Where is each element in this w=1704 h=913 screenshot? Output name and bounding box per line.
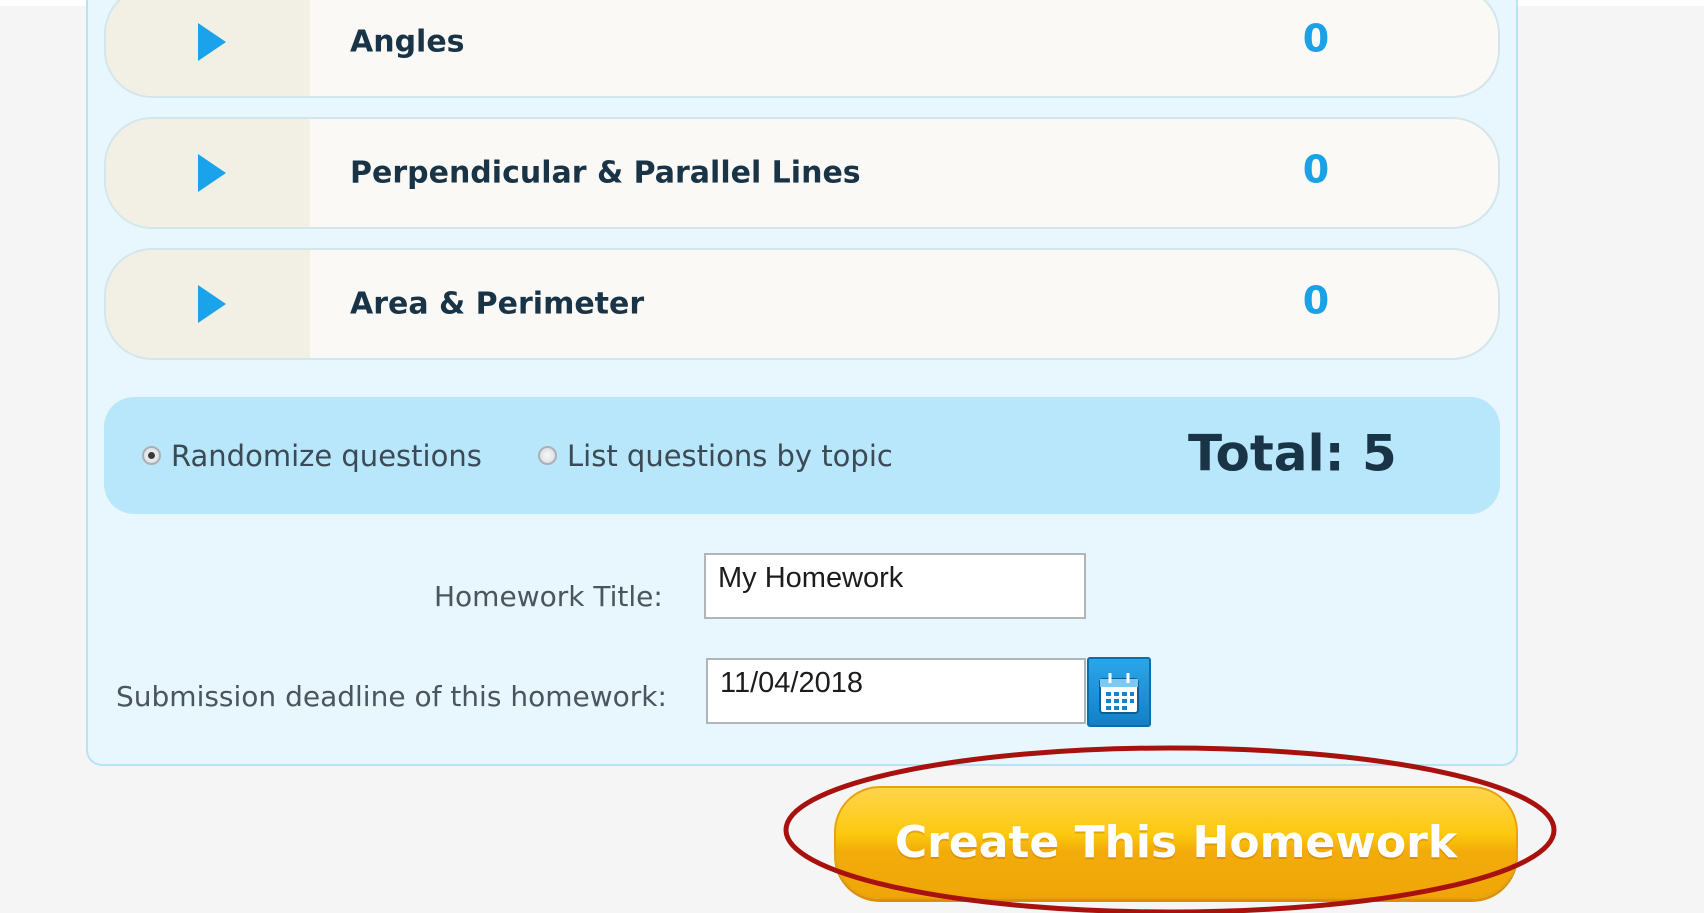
randomize-questions-option[interactable]: Randomize questions (142, 439, 482, 473)
topic-row-area-perimeter[interactable]: Area & Perimeter 0 (104, 248, 1500, 360)
list-by-topic-option[interactable]: List questions by topic (538, 439, 893, 473)
homework-builder-panel (86, 0, 1518, 766)
expand-triangle-icon[interactable] (198, 285, 226, 323)
topic-question-count: 0 (1302, 278, 1330, 323)
create-homework-button[interactable]: Create This Homework (834, 786, 1518, 899)
topic-row-angles[interactable]: Angles 0 (104, 0, 1500, 98)
expand-triangle-icon[interactable] (198, 154, 226, 192)
question-order-options: Randomize questions List questions by to… (104, 397, 1500, 514)
topic-name: Area & Perimeter (350, 286, 645, 322)
topic-name: Perpendicular & Parallel Lines (350, 155, 861, 191)
randomize-questions-label: Randomize questions (171, 438, 482, 473)
calendar-icon (1099, 673, 1139, 714)
topic-name: Angles (350, 24, 465, 60)
submission-deadline-label: Submission deadline of this homework: (116, 680, 667, 713)
expand-triangle-icon[interactable] (198, 23, 226, 61)
topic-question-count: 0 (1302, 147, 1330, 192)
radio-button-checked[interactable] (142, 446, 161, 465)
radio-button-unchecked[interactable] (538, 446, 557, 465)
submission-deadline-input[interactable] (706, 658, 1086, 724)
list-by-topic-label: List questions by topic (567, 438, 893, 473)
topic-row-perpendicular-parallel-lines[interactable]: Perpendicular & Parallel Lines 0 (104, 117, 1500, 229)
homework-title-input[interactable] (704, 553, 1086, 619)
homework-title-label: Homework Title: (434, 580, 663, 613)
date-picker-button[interactable] (1087, 657, 1151, 727)
total-question-count: Total: 5 (1188, 424, 1397, 483)
topic-question-count: 0 (1302, 16, 1330, 61)
